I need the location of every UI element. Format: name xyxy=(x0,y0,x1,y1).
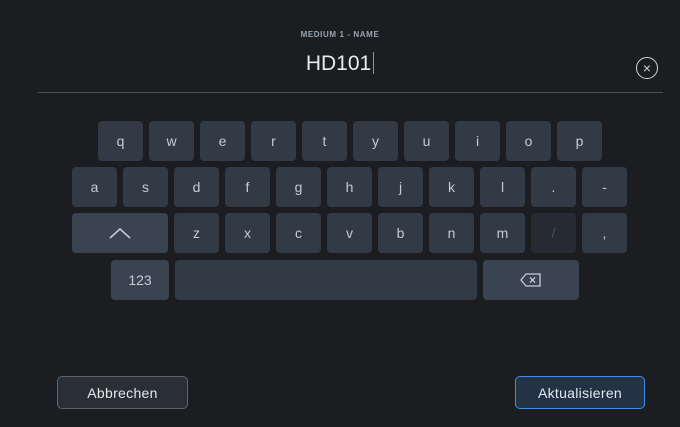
key-b[interactable]: b xyxy=(378,213,423,253)
cancel-button[interactable]: Abbrechen xyxy=(57,376,188,409)
key-c[interactable]: c xyxy=(276,213,321,253)
key-a[interactable]: a xyxy=(72,167,117,207)
space-key[interactable] xyxy=(175,260,477,300)
update-button[interactable]: Aktualisieren xyxy=(515,376,645,409)
key-i[interactable]: i xyxy=(455,121,500,161)
key-y[interactable]: y xyxy=(353,121,398,161)
field-title: MEDIUM 1 - NAME xyxy=(300,30,380,39)
backspace-icon xyxy=(520,273,541,287)
backspace-key[interactable] xyxy=(483,260,579,300)
text-caret xyxy=(373,52,375,74)
key-t[interactable]: t xyxy=(302,121,347,161)
key-u[interactable]: u xyxy=(404,121,449,161)
key-x[interactable]: x xyxy=(225,213,270,253)
key-g[interactable]: g xyxy=(276,167,321,207)
key-z[interactable]: z xyxy=(174,213,219,253)
clear-icon[interactable]: × xyxy=(636,57,658,79)
key-d[interactable]: d xyxy=(174,167,219,207)
shift-key[interactable] xyxy=(72,213,168,253)
key-f[interactable]: f xyxy=(225,167,270,207)
key-comma[interactable]: , xyxy=(582,213,627,253)
key-l[interactable]: l xyxy=(480,167,525,207)
key-v[interactable]: v xyxy=(327,213,372,253)
key-period[interactable]: . xyxy=(531,167,576,207)
shift-icon xyxy=(109,227,131,239)
key-h[interactable]: h xyxy=(327,167,372,207)
name-input-value: HD101 xyxy=(305,52,372,75)
key-j[interactable]: j xyxy=(378,167,423,207)
key-k[interactable]: k xyxy=(429,167,474,207)
key-m[interactable]: m xyxy=(480,213,525,253)
key-e[interactable]: e xyxy=(200,121,245,161)
key-r[interactable]: r xyxy=(251,121,296,161)
key-hyphen[interactable]: - xyxy=(582,167,627,207)
key-w[interactable]: w xyxy=(149,121,194,161)
numbers-key[interactable]: 123 xyxy=(111,260,169,300)
key-s[interactable]: s xyxy=(123,167,168,207)
name-input[interactable]: HD101 xyxy=(0,52,680,76)
input-divider xyxy=(38,92,663,93)
key-o[interactable]: o xyxy=(506,121,551,161)
key-n[interactable]: n xyxy=(429,213,474,253)
key-p[interactable]: p xyxy=(557,121,602,161)
key-q[interactable]: q xyxy=(98,121,143,161)
key-slash: / xyxy=(531,213,576,253)
